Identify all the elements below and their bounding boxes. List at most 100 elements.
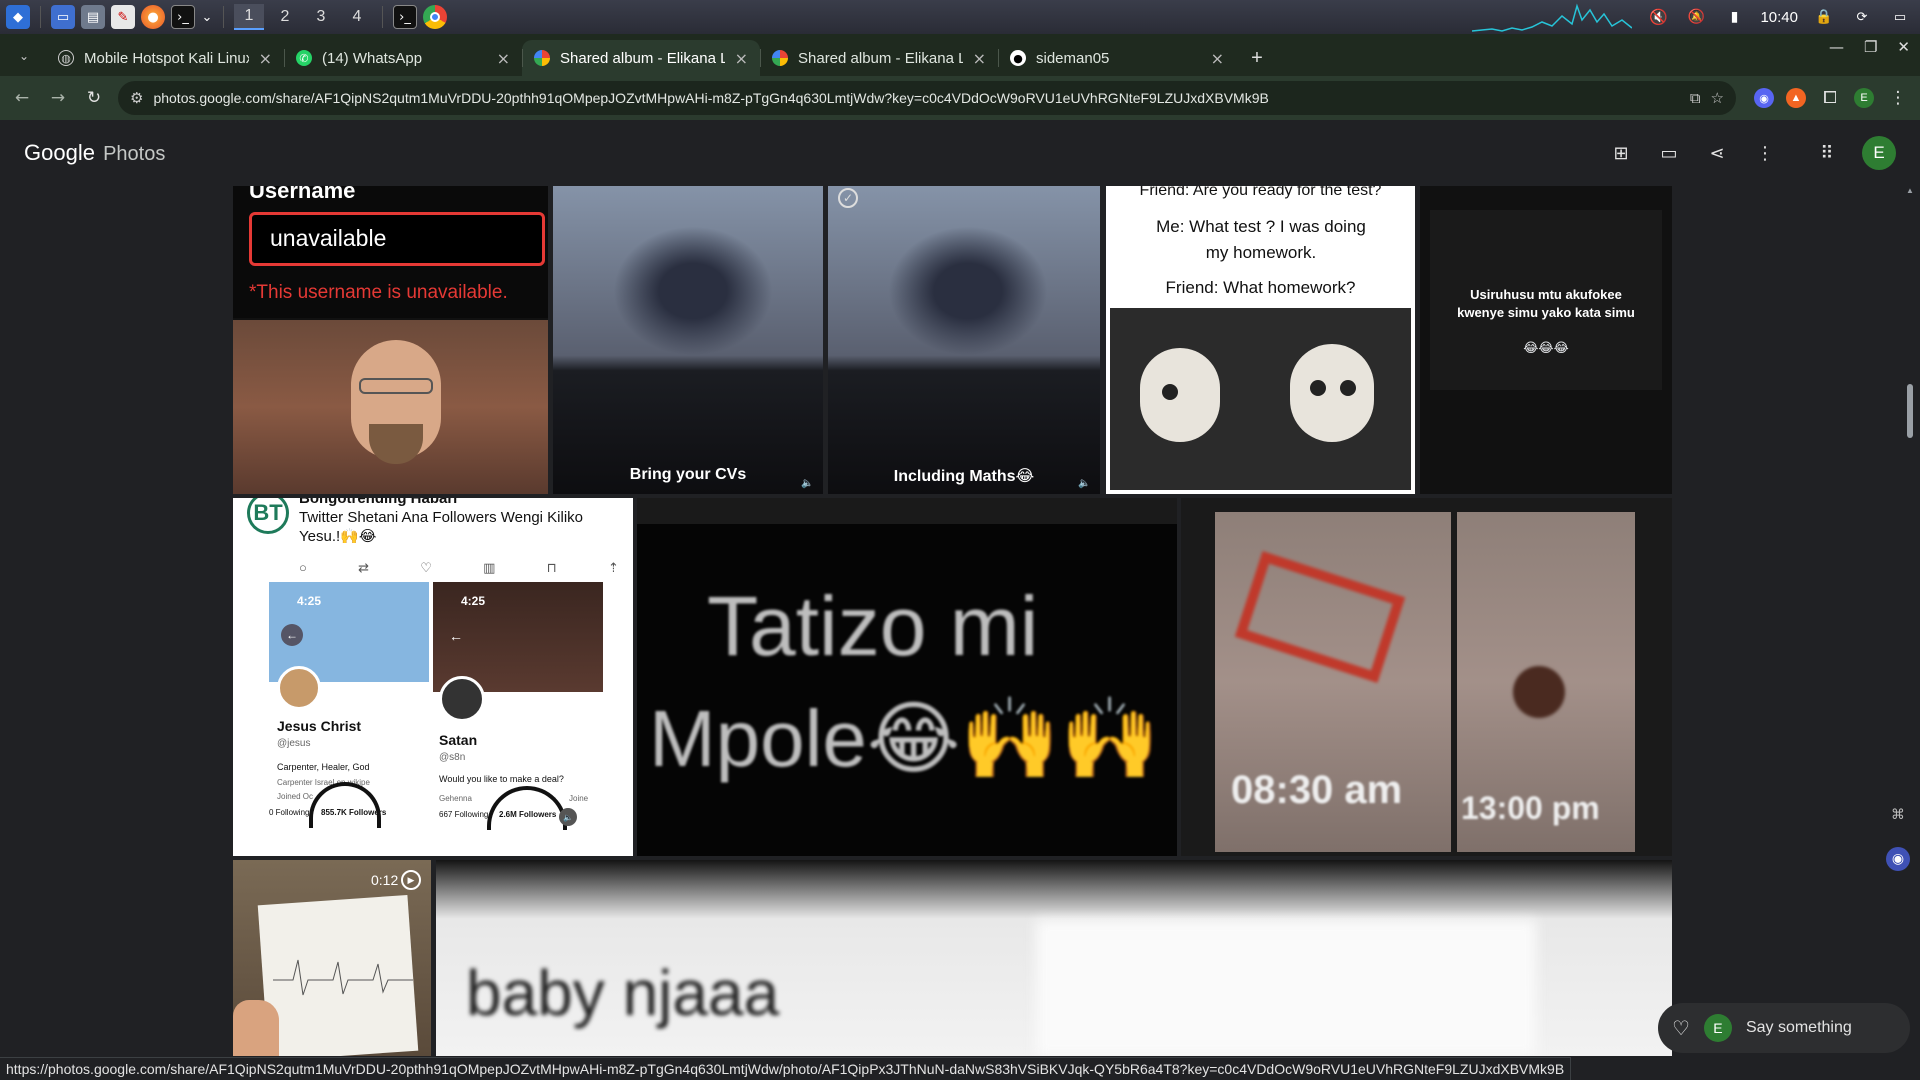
scroll-up-icon[interactable]: ▲ (1906, 186, 1914, 195)
google-photos-logo[interactable]: Google Photos (24, 140, 165, 166)
forward-icon[interactable]: → (46, 86, 70, 110)
tatizo-line-1: Tatizo mi (707, 579, 1039, 673)
terminal-icon[interactable]: ›_ (171, 5, 195, 29)
extension-discord-icon[interactable]: ◉ (1754, 88, 1774, 108)
workspace-3[interactable]: 3 (306, 4, 336, 30)
assistant-bot-icon[interactable]: ◉ (1886, 847, 1910, 871)
cv-caption: Bring your CVs (629, 466, 747, 483)
globe-icon: ◍ (58, 50, 74, 66)
google-photos-icon (772, 50, 788, 66)
account-avatar[interactable]: E (1862, 136, 1896, 170)
photos-header: Google Photos ⊞ ▭ ⋖ ⋮ ⠿ E (0, 120, 1920, 186)
url-text[interactable]: photos.google.com/share/AF1QipNS2qutm1Mu… (153, 90, 1679, 106)
satan-bio: Would you like to make a deal? (439, 774, 564, 784)
close-icon[interactable]: × (1211, 49, 1224, 68)
address-bar[interactable]: ⚙ photos.google.com/share/AF1QipNS2qutm1… (118, 81, 1736, 115)
close-icon[interactable]: × (259, 49, 272, 68)
close-window-icon[interactable]: ✕ (1897, 38, 1910, 56)
comment-placeholder[interactable]: Say something (1746, 1019, 1852, 1037)
mute-icon[interactable]: 🔇 (1646, 5, 1670, 29)
desktop-icon[interactable]: ▭ (51, 5, 75, 29)
add-photos-icon[interactable]: ⊞ (1608, 140, 1634, 166)
tab-shared-album-active[interactable]: Shared album - Elikana L × (522, 40, 760, 76)
tab-github[interactable]: ● sideman05 × (998, 40, 1236, 76)
share-icon[interactable]: ⋖ (1704, 140, 1730, 166)
tab-strip: ⌄ ◍ Mobile Hotspot Kali Linux × ✆ (14) W… (0, 34, 1920, 76)
workspace-1[interactable]: 1 (234, 4, 264, 30)
apps-grid-icon[interactable]: ⠿ (1814, 140, 1840, 166)
photo-twitter-jesus-satan[interactable]: BT Bongotrending Habari Twitter Shetani … (233, 498, 633, 856)
minimize-icon[interactable]: — (1829, 38, 1844, 56)
terminal-window-icon[interactable]: ›_ (393, 5, 417, 29)
tab-shared-album[interactable]: Shared album - Elikana L × (760, 40, 998, 76)
photo-including-maths[interactable]: ✓ Including Maths😂 🔈 (828, 186, 1100, 494)
restore-icon[interactable]: ❐ (1864, 38, 1877, 56)
heart-icon[interactable]: ♡ (1672, 1016, 1690, 1040)
site-info-icon[interactable]: ⚙ (130, 89, 143, 107)
back-icon[interactable]: ← (10, 86, 34, 110)
photo-grid: Username unavailable *This username is u… (0, 186, 1920, 1056)
photo-baby-njaaa[interactable]: baby njaaa (436, 860, 1672, 1056)
refresh-session-icon[interactable]: ⟳ (1850, 5, 1874, 29)
reload-icon[interactable]: ↻ (82, 86, 106, 110)
tab-search-button[interactable]: ⌄ (12, 44, 36, 68)
satan-following: 667 Following (439, 810, 489, 819)
bookmark-star-icon[interactable]: ☆ (1711, 89, 1724, 107)
select-check-icon[interactable]: ✓ (838, 188, 858, 208)
file-manager-icon[interactable]: ▤ (81, 5, 105, 29)
chevron-down-icon[interactable]: ⌄ (201, 5, 213, 29)
profile-avatar[interactable]: E (1854, 88, 1874, 108)
clock[interactable]: 10:40 (1760, 9, 1798, 26)
text-editor-icon[interactable]: ✎ (111, 5, 135, 29)
photo-tatizo-mi-mpole[interactable]: Tatizo mi Mpole😂🙌🙌 (637, 498, 1177, 856)
tweet-author: Bongotrending Habari (299, 498, 458, 507)
chrome-menu-icon[interactable]: ⋮ (1886, 86, 1910, 110)
taskbar-divider (223, 6, 224, 28)
page-scrollbar[interactable]: ▲ (1904, 186, 1916, 1056)
photo-bring-cvs[interactable]: Bring your CVs 🔈 (553, 186, 823, 494)
play-icon[interactable]: ▶ (401, 870, 421, 890)
photo-username-meme[interactable]: Username unavailable *This username is u… (233, 186, 548, 494)
tab-title: sideman05 (1036, 49, 1110, 67)
network-graph (1472, 3, 1633, 32)
scroll-thumb[interactable] (1907, 384, 1913, 438)
mute-video-icon: 🔈 (559, 808, 577, 826)
news-logo: BT (247, 498, 289, 534)
chrome-window-icon[interactable] (423, 5, 447, 29)
satan-time: 4:25 (461, 594, 486, 608)
lock-icon[interactable]: 🔒 (1812, 5, 1836, 29)
time-right-panel: 13:00 pm (1457, 512, 1635, 852)
jesus-profile: 4:25 ← Jesus Christ @jesus Carpenter, He… (269, 582, 429, 852)
github-icon: ● (1010, 50, 1026, 66)
like-icon: ♡ (420, 560, 432, 575)
grid-apps-icon[interactable]: ⌘ (1886, 803, 1910, 827)
extensions-puzzle-icon[interactable]: ⧠ (1818, 86, 1842, 110)
extension-fox-icon[interactable]: ▲ (1786, 88, 1806, 108)
more-options-icon[interactable]: ⋮ (1752, 140, 1778, 166)
window-icon[interactable]: ▭ (1888, 5, 1912, 29)
firefox-icon[interactable]: ● (141, 5, 165, 29)
photo-ecg-video[interactable]: 0:12 ▶ (233, 860, 431, 1056)
install-app-icon[interactable]: ⧉ (1690, 89, 1701, 107)
tab-title: Shared album - Elikana L (560, 49, 725, 67)
comment-bar[interactable]: ♡ E Say something (1658, 1003, 1910, 1053)
close-icon[interactable]: × (973, 49, 986, 68)
battery-icon[interactable]: ▮ (1722, 5, 1746, 29)
close-icon[interactable]: × (497, 49, 510, 68)
workspace-4[interactable]: 4 (342, 4, 372, 30)
jesus-following: 0 Following (269, 808, 310, 817)
notifications-off-icon[interactable]: 🔕 (1684, 5, 1708, 29)
tab-whatsapp[interactable]: ✆ (14) WhatsApp × (284, 40, 522, 76)
back-arrow-icon: ← (449, 628, 463, 644)
kali-menu-icon[interactable]: ◆ (6, 5, 30, 29)
photo-swahili-text[interactable]: Usiruhusu mtu akufokee kwenye simu yako … (1420, 186, 1672, 494)
bald-man-portrait (233, 320, 548, 494)
close-icon[interactable]: × (735, 49, 748, 68)
photo-skeletons-meme[interactable]: Friend: Are you ready for the test? Me: … (1106, 186, 1415, 494)
tab-mobile-hotspot[interactable]: ◍ Mobile Hotspot Kali Linux × (46, 40, 284, 76)
jesus-bio: Carpenter, Healer, God (277, 762, 370, 772)
workspace-2[interactable]: 2 (270, 4, 300, 30)
new-tab-button[interactable]: + (1242, 43, 1272, 73)
photo-time-comparison[interactable]: 08:30 am 13:00 pm (1181, 498, 1672, 856)
comments-icon[interactable]: ▭ (1656, 140, 1682, 166)
